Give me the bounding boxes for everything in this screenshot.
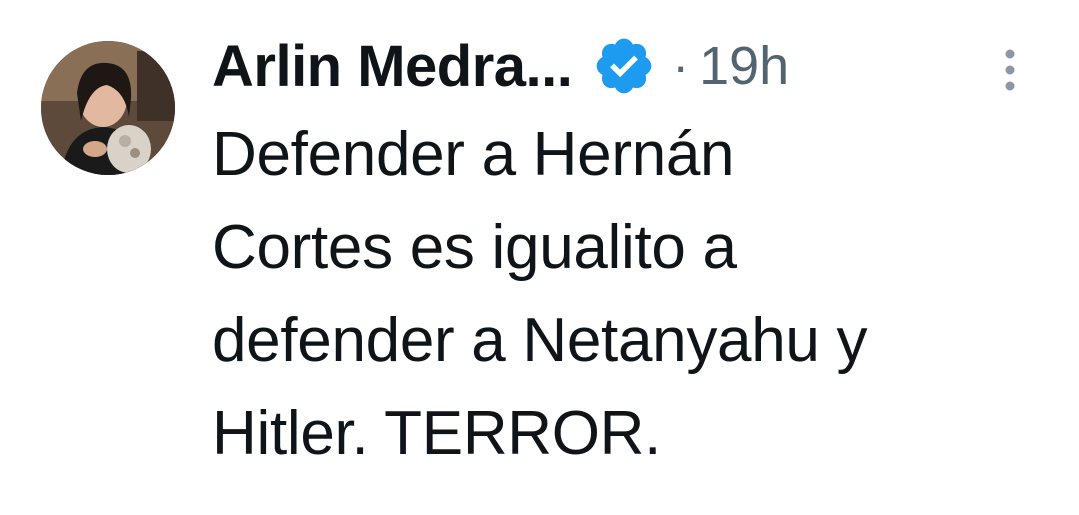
tweet-text: Defender a Hernán Cortes es igualito a d… xyxy=(212,108,1062,480)
tweet-header: Arlin Medra... · 19h xyxy=(212,24,789,108)
tweet-text-line: defender a Netanyahu y xyxy=(212,306,868,375)
tweet-card[interactable]: Arlin Medra... · 19h Defender a Hernán C… xyxy=(0,0,1079,515)
tweet-text-line: Defender a Hernán xyxy=(212,120,735,189)
avatar[interactable] xyxy=(41,41,175,175)
more-options-icon[interactable] xyxy=(996,42,1024,98)
avatar-image xyxy=(41,41,175,175)
tweet-text-line: Cortes es igualito a xyxy=(212,213,737,282)
meta-separator: · xyxy=(672,38,690,94)
verified-badge-icon[interactable] xyxy=(592,34,656,98)
tweet-text-line: Hitler. TERROR. xyxy=(212,399,662,468)
timestamp[interactable]: 19h xyxy=(699,35,789,97)
display-name[interactable]: Arlin Medra... xyxy=(212,33,573,100)
